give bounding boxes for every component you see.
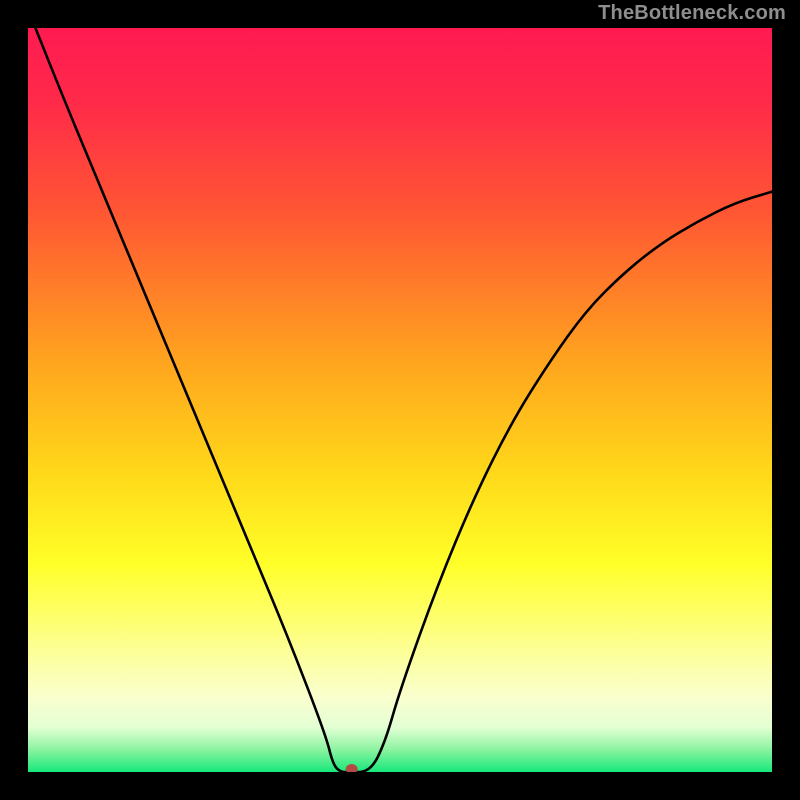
watermark-text: TheBottleneck.com <box>598 2 786 25</box>
plot-area <box>28 28 772 772</box>
chart-container: TheBottleneck.com <box>0 0 800 800</box>
gradient-background <box>28 28 772 772</box>
bottleneck-chart <box>28 28 772 772</box>
